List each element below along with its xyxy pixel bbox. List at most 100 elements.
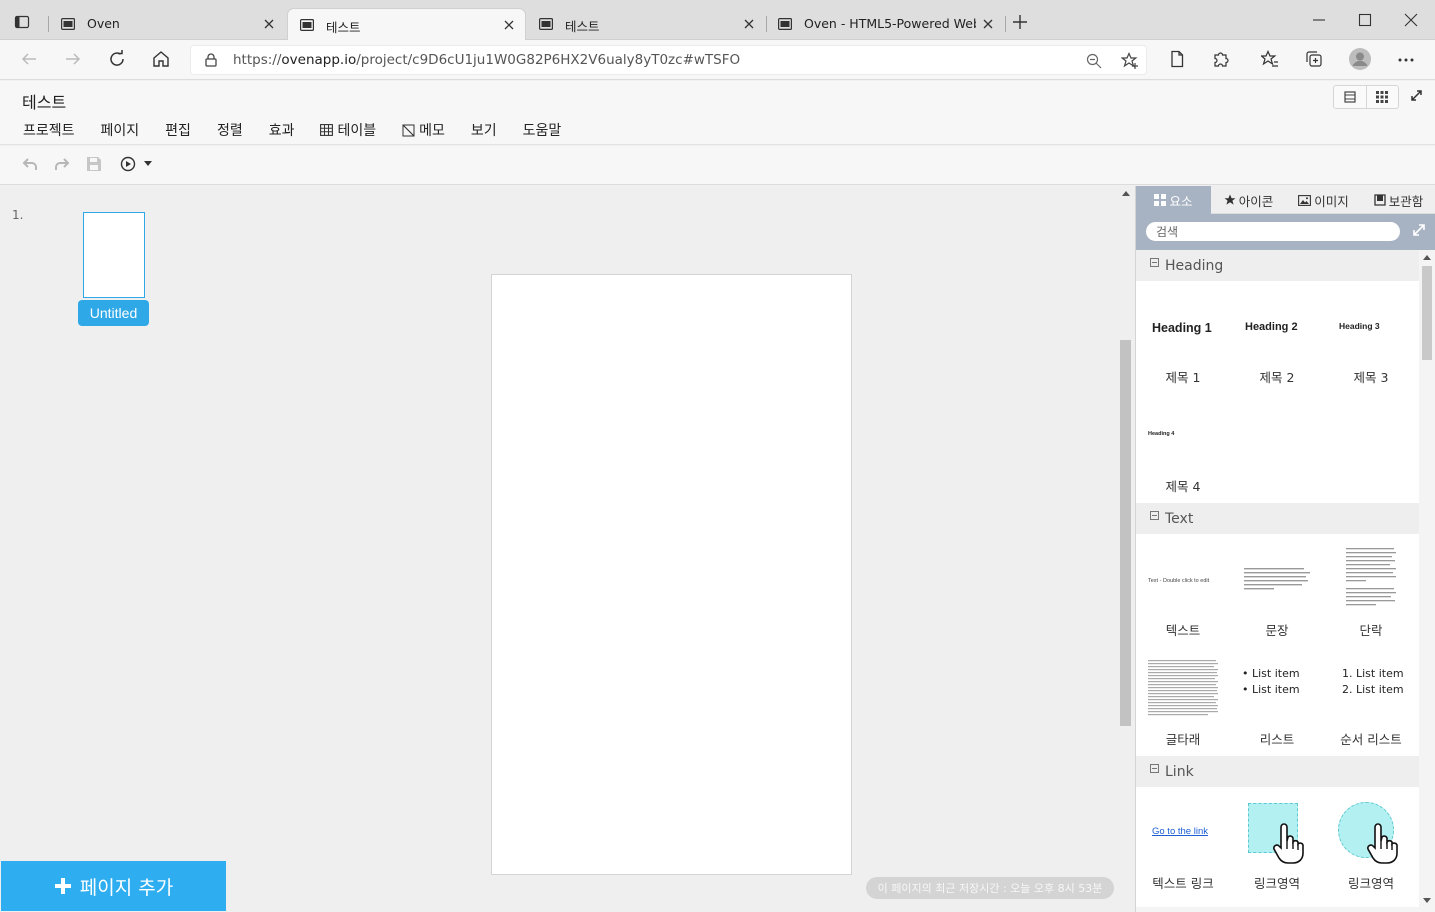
list-preview: • List item • List item (1242, 666, 1300, 698)
tab-elements[interactable]: 요소 (1136, 186, 1211, 214)
address-bar: https://ovenapp.io/project/c9D6cU1ju1W0G… (0, 40, 1435, 80)
menu-memo[interactable]: 메모 (402, 120, 445, 140)
new-tab-icon[interactable] (1012, 14, 1028, 30)
add-page-button[interactable]: 페이지 추가 (1, 861, 226, 911)
more-icon[interactable] (1397, 58, 1415, 62)
browser-tab-test[interactable]: 테스트 (527, 8, 765, 40)
element-paragraph[interactable]: 단락 (1324, 534, 1418, 644)
heading-2-preview: Heading 2 (1245, 321, 1298, 333)
add-favorite-icon[interactable] (1121, 52, 1139, 70)
category-text[interactable]: Text (1136, 503, 1419, 534)
element-heading-3[interactable]: Heading 3 제목 3 (1324, 281, 1418, 391)
grid-view-icon[interactable] (1367, 86, 1399, 108)
element-sentence[interactable]: 문장 (1230, 534, 1324, 644)
tab-title: Oven (87, 16, 120, 31)
profile-avatar-icon[interactable] (1349, 48, 1371, 70)
tab-archive[interactable]: 보관함 (1361, 186, 1435, 214)
element-heading-2[interactable]: Heading 2 제목 2 (1230, 281, 1324, 391)
tab-icons[interactable]: 아이콘 (1211, 186, 1286, 214)
close-tab-icon[interactable] (499, 15, 519, 35)
menu-page[interactable]: 페이지 (101, 120, 140, 140)
heading-4-preview: Heading 4 (1148, 431, 1175, 437)
menu-align[interactable]: 정렬 (217, 120, 243, 140)
favorites-icon[interactable] (1261, 50, 1279, 68)
tab-images[interactable]: 이미지 (1286, 186, 1361, 214)
category-link[interactable]: Link (1136, 756, 1419, 787)
project-title[interactable]: 테스트 (22, 89, 66, 113)
element-search-input[interactable] (1146, 222, 1400, 241)
scroll-up-icon[interactable] (1122, 191, 1130, 196)
page-thumbnail-label[interactable]: Untitled (78, 300, 149, 326)
element-ordered-list[interactable]: 1. List item 2. List item 순서 리스트 (1324, 644, 1418, 754)
chevron-down-icon[interactable] (144, 161, 152, 166)
category-link-items: Go to the link 텍스트 링크 링크영역 링크영역 (1136, 787, 1419, 907)
preview-play-icon[interactable] (120, 156, 136, 172)
menu-edit[interactable]: 편집 (165, 120, 191, 140)
menu-project[interactable]: 프로젝트 (23, 120, 75, 140)
element-link-area-circle[interactable]: 링크영역 (1324, 787, 1418, 897)
element-label: 제목 1 (1165, 370, 1201, 385)
zoom-out-icon[interactable] (1086, 53, 1102, 69)
page-canvas[interactable] (491, 274, 852, 875)
browser-tab-test-active[interactable]: 테스트 (287, 8, 526, 41)
tab-title: 테스트 (326, 20, 361, 35)
list-preview-item: • List item (1242, 667, 1300, 680)
save-icon[interactable] (86, 156, 102, 172)
lock-icon[interactable] (205, 53, 217, 67)
text-link-preview: Go to the link (1152, 826, 1208, 837)
collapse-icon[interactable] (1150, 258, 1159, 267)
reload-icon[interactable] (108, 50, 126, 68)
view-toggle (1333, 85, 1399, 109)
scroll-up-icon[interactable] (1423, 255, 1431, 260)
back-icon[interactable] (20, 50, 38, 68)
paragraph-preview-graphic (1346, 548, 1396, 606)
menu-view[interactable]: 보기 (471, 120, 497, 140)
page-icon (61, 18, 75, 30)
category-heading[interactable]: Heading (1136, 250, 1419, 281)
page-thumbnail[interactable] (83, 212, 145, 298)
element-text-block[interactable]: 글타래 (1136, 644, 1230, 754)
minimize-icon[interactable] (1312, 13, 1326, 27)
expand-panel-icon[interactable] (1412, 223, 1426, 237)
element-link-area-rect[interactable]: 링크영역 (1230, 787, 1324, 897)
close-window-icon[interactable] (1404, 13, 1418, 27)
scroll-down-icon[interactable] (1423, 898, 1431, 903)
element-text[interactable]: Text - Double click to edit 텍스트 (1136, 534, 1230, 644)
toolbar (0, 146, 1435, 185)
element-list: Heading Heading 1 제목 1 Heading 2 제목 2 He… (1136, 250, 1419, 912)
redo-icon[interactable] (54, 156, 70, 172)
panel-scrollbar[interactable] (1419, 250, 1435, 912)
page-number: 1. (12, 208, 24, 222)
element-label: 글타래 (1165, 732, 1201, 747)
collapse-icon[interactable] (1150, 511, 1159, 520)
close-tab-icon[interactable] (978, 14, 998, 34)
url-field[interactable]: https://ovenapp.io/project/c9D6cU1ju1W0G… (190, 45, 1147, 75)
collapse-icon[interactable] (1150, 764, 1159, 773)
close-tab-icon[interactable] (259, 14, 279, 34)
element-list[interactable]: • List item • List item 리스트 (1230, 644, 1324, 754)
maximize-icon[interactable] (1358, 13, 1372, 27)
element-label: 텍스트 (1165, 623, 1201, 638)
canvas-scrollbar[interactable] (1119, 186, 1133, 912)
menu-effect[interactable]: 효과 (269, 120, 295, 140)
menu-table[interactable]: 테이블 (320, 120, 376, 140)
panel-search-bar (1136, 214, 1435, 250)
collections-icon[interactable] (1305, 50, 1323, 68)
reading-view-icon[interactable] (1168, 50, 1186, 68)
element-heading-1[interactable]: Heading 1 제목 1 (1136, 281, 1230, 391)
browser-tab-oven-html5[interactable]: Oven - HTML5-Powered Web/Ap (766, 8, 1004, 40)
menu-help[interactable]: 도움말 (523, 120, 562, 140)
element-heading-4[interactable]: Heading 4 제목 4 (1136, 391, 1230, 501)
element-text-link[interactable]: Go to the link 텍스트 링크 (1136, 787, 1230, 897)
panel-scroll-thumb[interactable] (1422, 266, 1432, 360)
close-tab-icon[interactable] (739, 14, 759, 34)
undo-icon[interactable] (22, 156, 38, 172)
extensions-icon[interactable] (1212, 50, 1230, 68)
home-icon[interactable] (152, 50, 170, 68)
tab-actions-icon[interactable] (14, 14, 30, 30)
page-view-icon[interactable] (1334, 86, 1367, 108)
fullscreen-icon[interactable] (1410, 89, 1423, 102)
browser-tab-oven[interactable]: Oven (49, 8, 285, 40)
forward-icon[interactable] (64, 50, 82, 68)
canvas-scroll-thumb[interactable] (1120, 340, 1131, 726)
